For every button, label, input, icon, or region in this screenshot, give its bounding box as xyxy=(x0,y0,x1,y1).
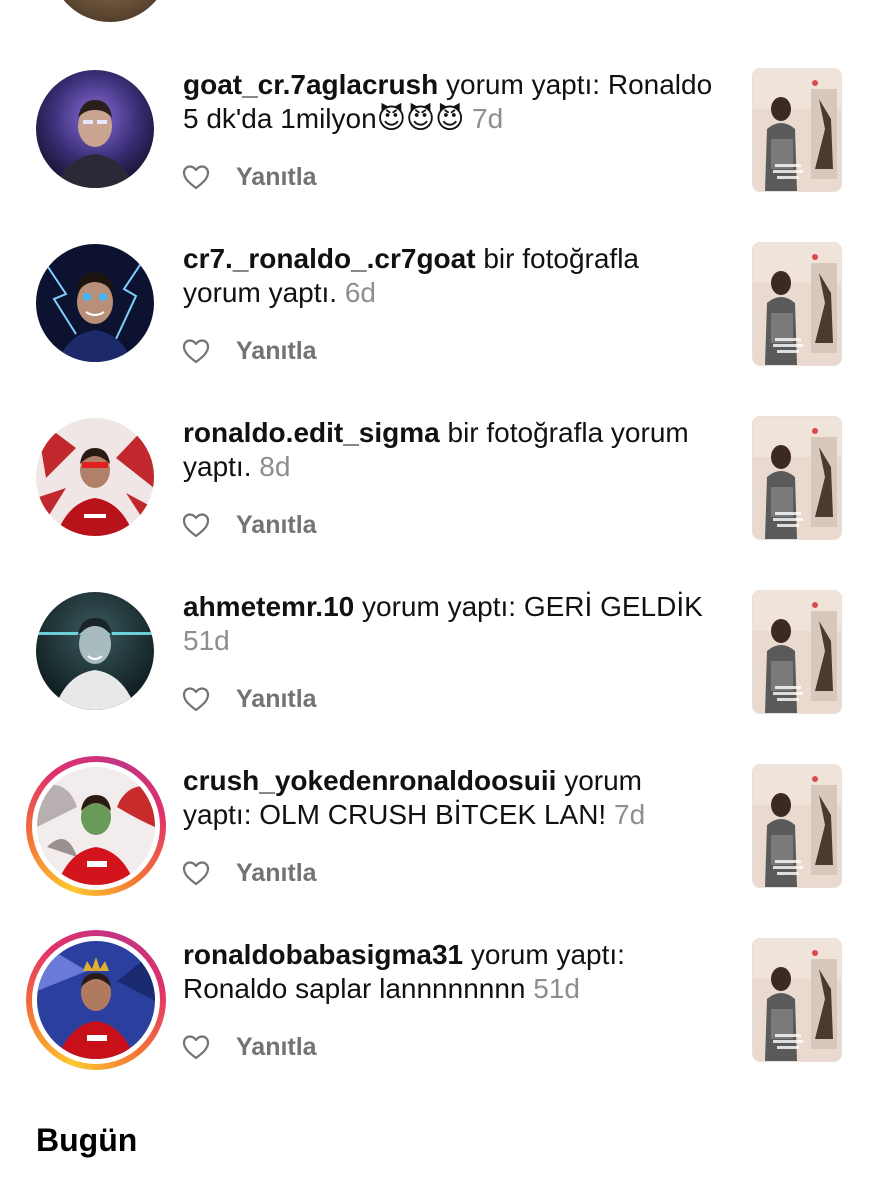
username[interactable]: crush_yokedenronaldoosuii xyxy=(183,765,556,796)
reply-button[interactable]: Yanıtla xyxy=(236,685,317,714)
heart-outline-icon[interactable] xyxy=(182,164,210,190)
reply-button[interactable]: Yanıtla xyxy=(236,163,317,192)
username[interactable]: ahmetemr.10 xyxy=(183,591,354,622)
notification-text: cr7._ronaldo_.cr7goat bir fotoğrafla yor… xyxy=(183,242,713,310)
comment-actions: Yanıtla xyxy=(182,162,317,192)
reply-button[interactable]: Yanıtla xyxy=(236,859,317,888)
heart-outline-icon[interactable] xyxy=(182,512,210,538)
avatar xyxy=(37,941,155,1059)
post-thumbnail[interactable] xyxy=(752,590,842,714)
notification-text: ahmetemr.10 yorum yaptı: GERİ GELDİK 51d xyxy=(183,590,713,658)
notification-row[interactable]: ronaldo.edit_sigma bir fotoğrafla yorum … xyxy=(0,416,874,592)
notification-text: ronaldo.edit_sigma bir fotoğrafla yorum … xyxy=(183,416,713,484)
heart-outline-icon[interactable] xyxy=(182,686,210,712)
timestamp: 8d xyxy=(251,451,291,482)
notification-row[interactable]: crush_yokedenronaldoosuii yorum yaptı: O… xyxy=(0,756,874,940)
post-thumbnail[interactable] xyxy=(752,764,842,888)
avatar[interactable] xyxy=(36,244,154,362)
username[interactable]: ronaldo.edit_sigma xyxy=(183,417,440,448)
avatar-story-ring[interactable] xyxy=(26,756,166,896)
reply-button[interactable]: Yanıtla xyxy=(236,337,317,366)
post-thumbnail[interactable] xyxy=(752,68,842,192)
notification-text: crush_yokedenronaldoosuii yorum yaptı: O… xyxy=(183,764,713,832)
post-thumbnail[interactable] xyxy=(752,242,842,366)
avatar[interactable] xyxy=(36,70,154,188)
section-title-today: Bugün xyxy=(36,1122,138,1158)
comment-actions: Yanıtla xyxy=(182,510,317,540)
timestamp: 7d xyxy=(464,103,504,134)
notification-row[interactable]: cr7._ronaldo_.cr7goat bir fotoğrafla yor… xyxy=(0,242,874,418)
notification-row[interactable]: goat_cr.7aglacrush yorum yaptı: Ronaldo … xyxy=(0,68,874,244)
story-ring-gap xyxy=(32,936,160,1064)
comment-actions: Yanıtla xyxy=(182,336,317,366)
heart-outline-icon[interactable] xyxy=(182,860,210,886)
comment-actions: Yanıtla xyxy=(182,1032,317,1062)
timestamp: 6d xyxy=(337,277,376,308)
avatar xyxy=(37,767,155,885)
notification-row[interactable]: ahmetemr.10 yorum yaptı: GERİ GELDİK 51d… xyxy=(0,590,874,766)
notification-text: ronaldobabasigma31 yorum yaptı: Ronaldo … xyxy=(183,938,713,1006)
notification-text: goat_cr.7aglacrush yorum yaptı: Ronaldo … xyxy=(183,68,713,136)
emoji: 😈😈😈 xyxy=(376,103,465,134)
heart-outline-icon[interactable] xyxy=(182,1034,210,1060)
comment-actions: Yanıtla xyxy=(182,684,317,714)
username[interactable]: ronaldobabasigma31 xyxy=(183,939,463,970)
post-thumbnail[interactable] xyxy=(752,938,842,1062)
post-thumbnail[interactable] xyxy=(752,416,842,540)
heart-outline-icon[interactable] xyxy=(182,338,210,364)
reply-button[interactable]: Yanıtla xyxy=(236,511,317,540)
timestamp: 51d xyxy=(183,625,230,656)
avatar[interactable] xyxy=(36,418,154,536)
reply-button[interactable]: Yanıtla xyxy=(236,1033,317,1062)
notification-action: yorum yaptı: GERİ GELDİK xyxy=(354,591,703,622)
comment-actions: Yanıtla xyxy=(182,858,317,888)
story-ring-gap xyxy=(32,762,160,890)
notification-row[interactable]: ronaldobabasigma31 yorum yaptı: Ronaldo … xyxy=(0,930,874,1114)
avatar-story-ring[interactable] xyxy=(26,930,166,1070)
timestamp: 51d xyxy=(525,973,580,1004)
previous-avatar[interactable] xyxy=(50,0,170,22)
timestamp: 7d xyxy=(606,799,646,830)
username[interactable]: goat_cr.7aglacrush xyxy=(183,69,438,100)
username[interactable]: cr7._ronaldo_.cr7goat xyxy=(183,243,476,274)
avatar[interactable] xyxy=(36,592,154,710)
